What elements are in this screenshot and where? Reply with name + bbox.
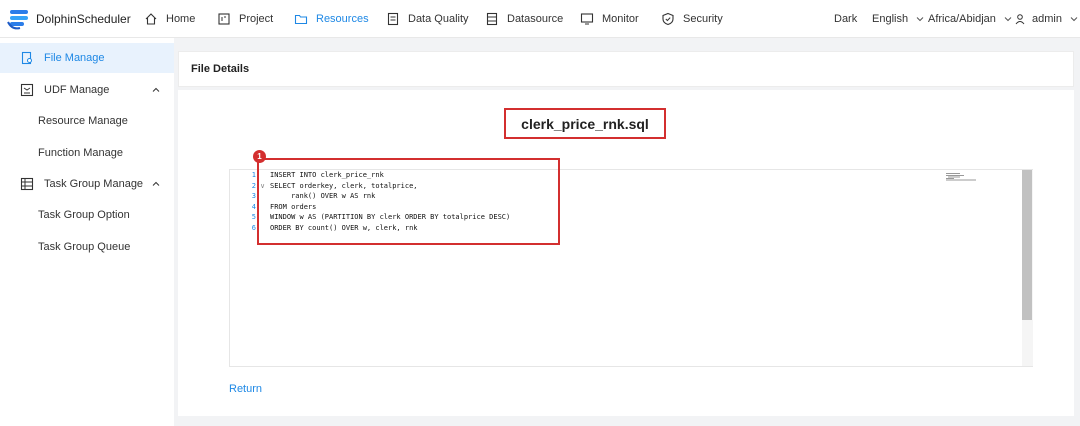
fold-chevron-icon[interactable]: ∨ (260, 182, 265, 190)
timezone-label: Africa/Abidjan (928, 13, 996, 25)
timezone-dropdown[interactable]: Africa/Abidjan (928, 0, 1014, 38)
sidebar-item-file-manage[interactable]: File Manage (0, 43, 174, 73)
return-link[interactable]: Return (229, 383, 262, 395)
line-number: 4 (251, 202, 256, 211)
code-line: rank() OVER w AS rnk (270, 192, 376, 200)
line-number: 5 (251, 213, 256, 221)
line-number: 2 (251, 181, 256, 190)
nav-project[interactable]: Project (217, 0, 273, 38)
theme-toggle[interactable]: Dark (834, 0, 857, 38)
sidebar-item-label: Task Group Manage (44, 178, 144, 190)
file-name: clerk_price_rnk.sql (504, 108, 666, 139)
editor-minimap[interactable] (946, 172, 986, 181)
nav-security[interactable]: Security (661, 0, 723, 38)
language-label: English (872, 13, 909, 25)
theme-label: Dark (834, 13, 858, 25)
sidebar-item-label: Task Group Option (38, 209, 130, 221)
user-icon (1014, 13, 1026, 25)
sidebar-item-label: Task Group Queue (38, 241, 131, 253)
data-quality-icon (386, 12, 400, 26)
monitor-icon (580, 12, 594, 26)
sidebar-item-label: File Manage (44, 52, 105, 64)
nav-security-label: Security (683, 13, 723, 25)
sidebar-item-function-manage[interactable]: Function Manage (0, 138, 174, 168)
code-lines: INSERT INTO clerk_price_rnk SELECT order… (270, 170, 510, 233)
sidebar-item-label: UDF Manage (44, 84, 110, 96)
task-group-icon (20, 177, 34, 191)
home-icon (144, 12, 158, 26)
chevron-down-icon (1068, 13, 1080, 25)
sidebar-item-label: Resource Manage (38, 115, 128, 127)
main-content: File Details clerk_price_rnk.sql 1 2 3 4… (174, 38, 1080, 426)
language-dropdown[interactable]: English (872, 0, 926, 38)
nav-resources[interactable]: Resources (294, 0, 369, 38)
nav-datasource-label: Datasource (507, 13, 564, 25)
line-number-gutter: 1 2 3 4 5 6 (230, 170, 258, 233)
code-line: INSERT INTO clerk_price_rnk (270, 171, 384, 179)
sidebar-item-task-group-option[interactable]: Task Group Option (0, 200, 174, 230)
file-details-card: clerk_price_rnk.sql 1 2 3 4 5 6 ∨ INSERT… (178, 90, 1074, 416)
code-line: WINDOW w AS (PARTITION BY clerk ORDER BY… (270, 213, 511, 221)
annotation-badge: 1 (253, 150, 266, 163)
sidebar-item-label: Function Manage (38, 147, 123, 159)
udf-icon (20, 83, 34, 97)
app-name: DolphinScheduler (36, 12, 131, 26)
nav-monitor[interactable]: Monitor (580, 0, 639, 38)
sidebar-item-resource-manage[interactable]: Resource Manage (0, 106, 174, 136)
nav-project-label: Project (239, 13, 274, 25)
chevron-down-icon (914, 13, 926, 25)
sidebar-item-task-group-queue[interactable]: Task Group Queue (0, 232, 174, 262)
user-name: admin (1032, 13, 1062, 25)
line-number: 6 (251, 223, 256, 232)
file-name-text: clerk_price_rnk.sql (521, 115, 649, 132)
editor-scrollbar-thumb[interactable] (1022, 170, 1032, 320)
project-icon (217, 12, 231, 26)
top-navbar: DolphinScheduler Home Project Resources … (0, 0, 1080, 38)
chevron-down-icon (1002, 13, 1014, 25)
nav-data-quality-label: Data Quality (408, 13, 469, 25)
file-manage-icon (20, 51, 34, 65)
nav-data-quality[interactable]: Data Quality (386, 0, 469, 38)
nav-home-label: Home (166, 13, 196, 25)
sidebar: File Manage UDF Manage Resource Manage F… (0, 38, 174, 426)
line-number: 1 (251, 171, 256, 179)
nav-monitor-label: Monitor (602, 13, 639, 25)
sidebar-item-udf-manage[interactable]: UDF Manage (0, 75, 174, 105)
sidebar-item-task-group-manage[interactable]: Task Group Manage (0, 169, 174, 199)
card-header: File Details (178, 51, 1074, 87)
dolphin-logo-icon (6, 8, 32, 30)
code-line: FROM orders (270, 202, 317, 211)
page-title: File Details (191, 63, 250, 75)
code-editor[interactable]: 1 2 3 4 5 6 ∨ INSERT INTO clerk_price_rn… (229, 150, 1033, 367)
user-menu[interactable]: admin (1014, 0, 1080, 38)
line-number: 3 (251, 192, 256, 200)
code-line: SELECT orderkey, clerk, totalprice, (270, 181, 418, 190)
app-logo[interactable]: DolphinScheduler (6, 7, 131, 31)
nav-resources-label: Resources (316, 13, 369, 25)
chevron-up-icon (150, 178, 162, 190)
datasource-icon (485, 12, 499, 26)
chevron-up-icon (150, 84, 162, 96)
folder-icon (294, 12, 308, 26)
nav-datasource[interactable]: Datasource (485, 0, 563, 38)
nav-home[interactable]: Home (144, 0, 195, 38)
code-line: ORDER BY count() OVER w, clerk, rnk (270, 223, 418, 232)
shield-icon (661, 12, 675, 26)
